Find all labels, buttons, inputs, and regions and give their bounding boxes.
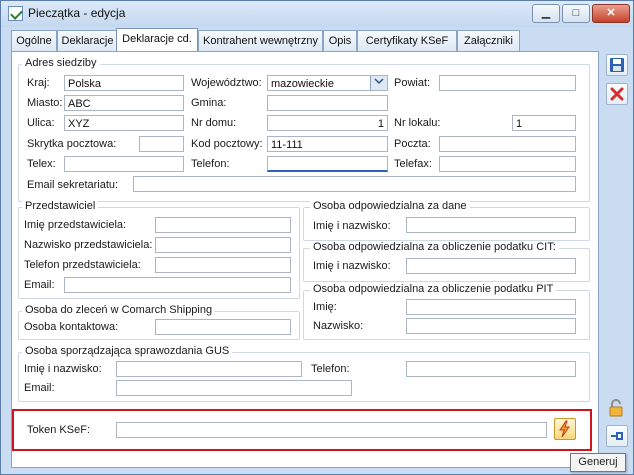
nazwisko-przedstawiciela-field[interactable]	[155, 237, 291, 253]
title-bar: Pieczątka - edycja ▁ □ ✕	[1, 1, 633, 27]
skrytka-label: Skrytka pocztowa:	[27, 138, 117, 150]
tab-certyfikaty-ksef[interactable]: Certyfikaty KSeF	[357, 30, 457, 51]
gus-telefon-field[interactable]	[406, 361, 576, 377]
window: Pieczątka - edycja ▁ □ ✕ Ogólne Deklarac…	[0, 0, 634, 475]
tab-deklaracje-cd[interactable]: Deklaracje cd.	[116, 28, 198, 51]
shipping-group-label: Osoba do zleceń w Comarch Shipping	[22, 304, 216, 316]
powiat-field[interactable]	[439, 75, 576, 91]
nr-domu-field[interactable]: 1	[267, 115, 388, 131]
osoba-kontaktowa-label: Osoba kontaktowa:	[24, 321, 119, 333]
gus-imie-label: Imię i nazwisko:	[24, 363, 102, 375]
chevron-down-icon[interactable]	[370, 76, 387, 90]
kod-pocztowy-field[interactable]: 11-111	[267, 136, 388, 152]
telefon-field[interactable]	[267, 156, 388, 172]
window-title: Pieczątka - edycja	[28, 6, 126, 20]
telefax-label: Telefax:	[394, 158, 432, 170]
imie-przedstawiciela-label: Imię przedstawiciela:	[24, 219, 127, 231]
maximize-button[interactable]: □	[562, 4, 590, 23]
email-przedstawiciela-label: Email:	[24, 279, 55, 291]
miasto-field[interactable]: ABC	[64, 95, 184, 111]
osoba-pit-nazwisko-field[interactable]	[406, 318, 576, 334]
miasto-label: Miasto:	[27, 97, 63, 109]
imie-przedstawiciela-field[interactable]	[155, 217, 291, 233]
osoba-pit-group-label: Osoba odpowiedzialna za obliczenie podat…	[310, 283, 557, 295]
kraj-label: Kraj:	[27, 77, 50, 89]
pin-icon	[611, 432, 623, 440]
ulica-field[interactable]: XYZ	[64, 115, 184, 131]
gmina-field[interactable]	[267, 95, 388, 111]
tab-kontrahent-wewnetrzny[interactable]: Kontrahent wewnętrzny	[198, 30, 323, 51]
save-button[interactable]	[606, 54, 628, 76]
wojewodztwo-value: mazowieckie	[271, 78, 334, 90]
app-icon	[8, 6, 23, 21]
kraj-field[interactable]: Polska	[64, 75, 184, 91]
lock-icon	[609, 399, 623, 417]
telefon-przedstawiciela-label: Telefon przedstawiciela:	[24, 259, 141, 271]
address-group-label: Adres siedziby	[22, 57, 100, 69]
osoba-pit-nazwisko-label: Nazwisko:	[313, 320, 364, 332]
save-icon	[610, 58, 624, 72]
osoba-kontaktowa-field[interactable]	[155, 319, 291, 335]
pin-button[interactable]	[606, 425, 628, 447]
gus-email-label: Email:	[24, 382, 55, 394]
lightning-icon	[559, 420, 570, 438]
telex-label: Telex:	[27, 158, 56, 170]
osoba-cit-group-label: Osoba odpowiedzialna za obliczenie podat…	[310, 241, 559, 253]
gus-imie-field[interactable]	[116, 361, 302, 377]
email-sekretariatu-label: Email sekretariatu:	[27, 179, 119, 191]
gus-telefon-label: Telefon:	[311, 363, 350, 375]
gus-email-field[interactable]	[116, 380, 352, 396]
delete-icon	[610, 87, 624, 101]
gmina-label: Gmina:	[191, 97, 227, 109]
osoba-pit-imie-field[interactable]	[406, 299, 576, 315]
nr-lokalu-label: Nr lokalu:	[394, 117, 441, 129]
wojewodztwo-select[interactable]: mazowieckie	[267, 75, 388, 91]
telefax-field[interactable]	[439, 156, 576, 172]
skrytka-field[interactable]	[139, 136, 184, 152]
tab-ogolne[interactable]: Ogólne	[11, 30, 57, 51]
wojewodztwo-label: Województwo:	[191, 77, 262, 89]
close-button[interactable]: ✕	[592, 4, 630, 23]
gus-group-label: Osoba sporządzająca sprawozdania GUS	[22, 345, 233, 357]
osoba-dane-group-label: Osoba odpowiedzialna za dane	[310, 200, 470, 212]
telex-field[interactable]	[64, 156, 184, 172]
nazwisko-przedstawiciela-label: Nazwisko przedstawiciela:	[24, 239, 153, 251]
osoba-cit-imie-label: Imię i nazwisko:	[313, 260, 391, 272]
osoba-cit-field[interactable]	[406, 258, 576, 274]
tab-deklaracje[interactable]: Deklaracje	[57, 30, 118, 51]
poczta-field[interactable]	[439, 136, 576, 152]
osoba-pit-imie-label: Imię:	[313, 301, 337, 313]
form-panel: Adres siedziby Kraj: Polska Województwo:…	[11, 51, 599, 468]
generate-tooltip: Generuj	[570, 453, 626, 472]
tab-opis[interactable]: Opis	[323, 30, 357, 51]
nr-domu-label: Nr domu:	[191, 117, 237, 129]
lock-button[interactable]	[606, 398, 628, 420]
osoba-dane-imie-label: Imię i nazwisko:	[313, 220, 391, 232]
email-przedstawiciela-field[interactable]	[64, 277, 291, 293]
minimize-button[interactable]: ▁	[532, 4, 560, 23]
telefon-przedstawiciela-field[interactable]	[155, 257, 291, 273]
email-sekretariatu-field[interactable]	[133, 176, 576, 192]
osoba-dane-field[interactable]	[406, 217, 576, 233]
powiat-label: Powiat:	[394, 77, 431, 89]
nr-lokalu-field[interactable]: 1	[512, 115, 576, 131]
delete-button[interactable]	[606, 83, 628, 105]
telefon-label: Telefon:	[191, 158, 230, 170]
token-ksef-field[interactable]	[116, 422, 547, 438]
tab-zalaczniki[interactable]: Załączniki	[457, 30, 520, 51]
kod-pocztowy-label: Kod pocztowy:	[191, 138, 263, 150]
token-ksef-label: Token KSeF:	[27, 424, 90, 436]
generate-token-button[interactable]	[554, 418, 576, 440]
poczta-label: Poczta:	[394, 138, 431, 150]
przedstawiciel-group-label: Przedstawiciel	[22, 200, 99, 212]
ulica-label: Ulica:	[27, 117, 55, 129]
